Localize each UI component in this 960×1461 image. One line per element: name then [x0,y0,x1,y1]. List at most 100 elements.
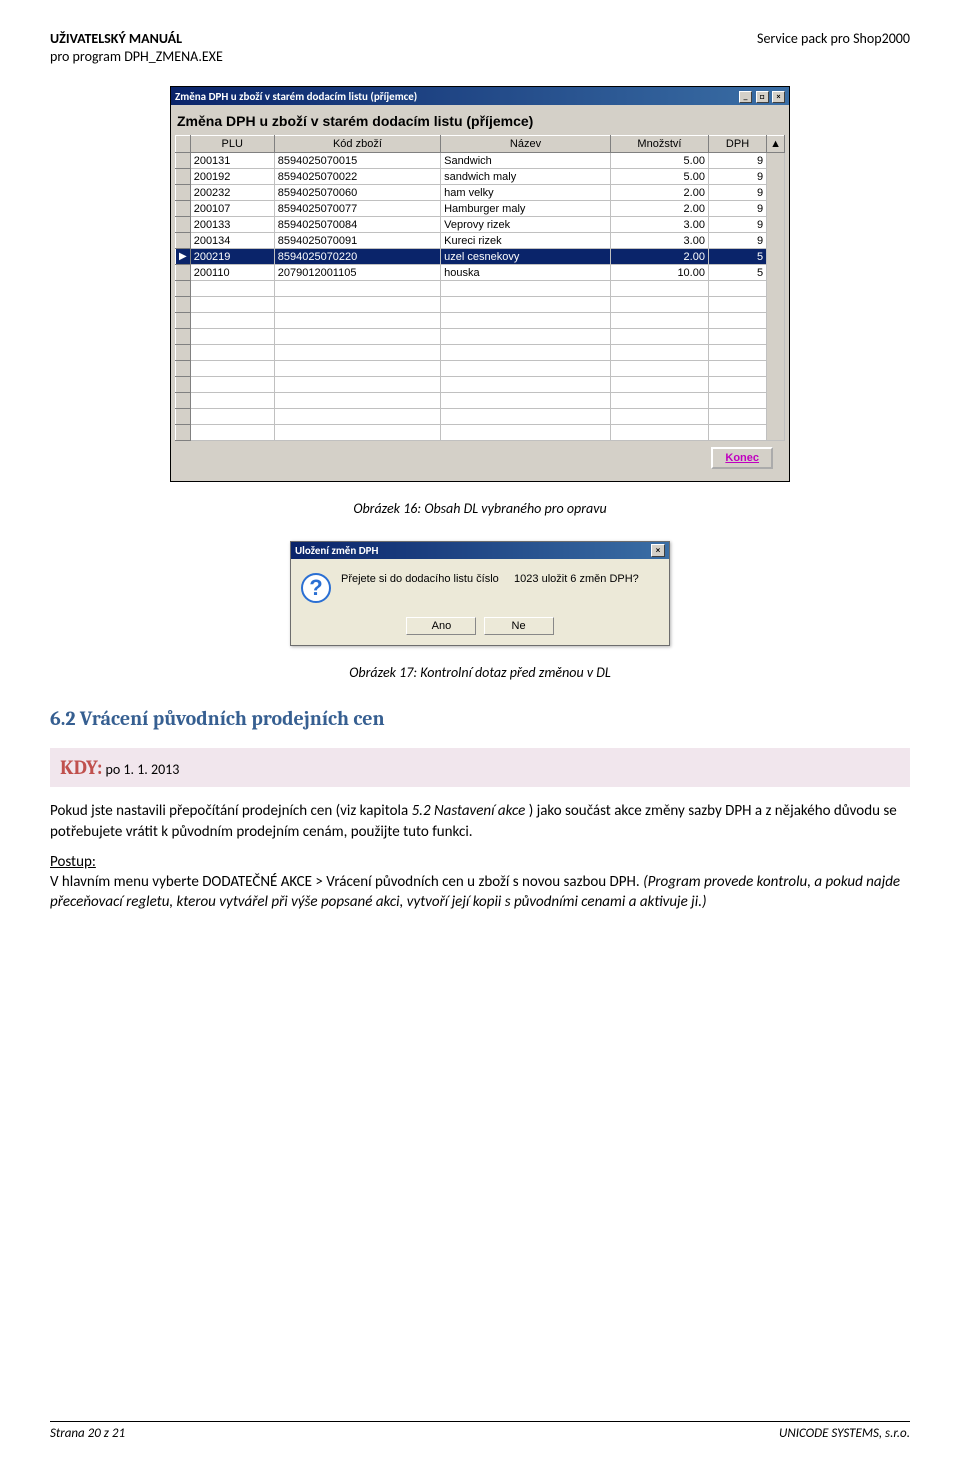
footer-page: Strana 20 z 21 [50,1426,125,1441]
section-heading: 6.2 Vrácení původních prodejních cen [50,707,910,730]
dialog-title-text: Uložení změn DPH [295,544,378,557]
yes-button[interactable]: Ano [406,617,476,635]
table-row-empty [176,377,785,393]
close-icon[interactable]: × [772,91,785,103]
cell-plu: 200110 [190,265,274,281]
cell-mnozstvi: 10.00 [610,265,708,281]
page-header: UŽIVATELSKÝ MANUÁL pro program DPH_ZMENA… [50,30,910,66]
footer-company: UNICODE SYSTEMS, s.r.o. [779,1426,910,1441]
table-row-empty [176,329,785,345]
no-button[interactable]: Ne [484,617,554,635]
table-row[interactable]: 2001338594025070084Veprovy rizek3.009 [176,217,785,233]
row-indicator [176,153,191,169]
maximize-icon[interactable]: □ [756,91,769,103]
paragraph-intro: Pokud jste nastavili přepočítání prodejn… [50,801,910,842]
cell-dph: 9 [708,169,766,185]
data-grid[interactable]: PLU Kód zboží Název Množství DPH ▲ 20013… [175,135,785,441]
dialog-msg-pre: Přejete si do dodacího listu číslo [341,573,499,585]
cell-nazev: Sandwich [441,153,611,169]
cell-dph: 9 [708,153,766,169]
panel-title: Změna DPH u zboží v starém dodacím listu… [175,109,785,135]
confirm-dialog: Uložení změn DPH × ? Přejete si do dodac… [290,541,670,646]
cell-mnozstvi: 5.00 [610,169,708,185]
cell-dph: 9 [708,185,766,201]
cell-mnozstvi: 3.00 [610,233,708,249]
page-footer: Strana 20 z 21 UNICODE SYSTEMS, s.r.o. [50,1421,910,1441]
cell-dph: 9 [708,201,766,217]
table-row[interactable]: 2001928594025070022sandwich maly5.009 [176,169,785,185]
p1a: Pokud jste nastavili přepočítání prodejn… [50,802,412,820]
table-row-empty [176,393,785,409]
row-indicator [176,201,191,217]
figure-caption-16: Obrázek 16: Obsah DL vybraného pro oprav… [50,500,910,517]
dialog-close-icon[interactable]: × [651,544,665,557]
table-row[interactable]: 2001078594025070077Hamburger maly2.009 [176,201,785,217]
table-row[interactable]: 2001102079012001105houska10.005 [176,265,785,281]
p2a: V hlavním menu vyberte [50,873,202,891]
cell-kod: 8594025070022 [274,169,440,185]
cell-plu: 200131 [190,153,274,169]
col-plu[interactable]: PLU [190,136,274,153]
col-nazev[interactable]: Název [441,136,611,153]
kdy-box: KDY: po 1. 1. 2013 [50,748,910,787]
col-mnozstvi[interactable]: Množství [610,136,708,153]
row-header-blank [176,136,191,153]
cell-dph: 9 [708,217,766,233]
table-row-empty [176,297,785,313]
table-row-empty [176,313,785,329]
row-indicator [176,233,191,249]
cell-nazev: uzel cesnekovy [441,249,611,265]
cell-mnozstvi: 3.00 [610,217,708,233]
table-row[interactable]: 2001318594025070015Sandwich5.009 [176,153,785,169]
kdy-label: KDY: [60,756,102,779]
cell-mnozstvi: 2.00 [610,249,708,265]
cell-kod: 8594025070015 [274,153,440,169]
cell-mnozstvi: 5.00 [610,153,708,169]
header-left: UŽIVATELSKÝ MANUÁL pro program DPH_ZMENA… [50,30,223,66]
cell-plu: 200219 [190,249,274,265]
konec-button[interactable]: Konec [711,447,773,469]
window-dph-change: Změna DPH u zboží v starém dodacím listu… [170,86,790,482]
window-titlebar[interactable]: Změna DPH u zboží v starém dodacím listu… [171,87,789,105]
cell-nazev: sandwich maly [441,169,611,185]
scroll-up-icon[interactable]: ▲ [767,136,785,153]
row-indicator [176,217,191,233]
cell-nazev: Kureci rizek [441,233,611,249]
cell-plu: 200232 [190,185,274,201]
table-row[interactable]: ▶2002198594025070220uzel cesnekovy2.005 [176,249,785,265]
cell-plu: 200192 [190,169,274,185]
col-kod[interactable]: Kód zboží [274,136,440,153]
p1b: 5.2 Nastavení akce [412,802,529,820]
cell-plu: 200107 [190,201,274,217]
table-row-empty [176,281,785,297]
minimize-icon[interactable]: _ [739,91,752,103]
cell-kod: 8594025070060 [274,185,440,201]
scrollbar-track[interactable] [767,153,785,441]
cell-mnozstvi: 2.00 [610,185,708,201]
col-dph[interactable]: DPH [708,136,766,153]
dialog-titlebar[interactable]: Uložení změn DPH × [291,542,669,559]
p2b: . [636,873,643,891]
dialog-message: Přejete si do dodacího listu číslo 1023 … [341,573,639,585]
window-title-text: Změna DPH u zboží v starém dodacím listu… [175,90,417,103]
cell-dph: 9 [708,233,766,249]
cell-plu: 200133 [190,217,274,233]
row-indicator [176,185,191,201]
cell-kod: 2079012001105 [274,265,440,281]
table-row[interactable]: 2001348594025070091Kureci rizek3.009 [176,233,785,249]
window-controls: _ □ × [738,89,785,103]
header-right: Service pack pro Shop2000 [757,30,910,66]
cell-kod: 8594025070084 [274,217,440,233]
row-indicator [176,169,191,185]
dialog-msg-num: 1023 uložit 6 změn DPH? [514,573,639,585]
paragraph-postup: Postup: V hlavním menu vyberte DODATEČNÉ… [50,852,910,913]
cell-nazev: ham velky [441,185,611,201]
question-icon: ? [301,573,331,603]
cell-nazev: houska [441,265,611,281]
cell-kod: 8594025070220 [274,249,440,265]
table-row[interactable]: 2002328594025070060ham velky2.009 [176,185,785,201]
cell-nazev: Hamburger maly [441,201,611,217]
cell-dph: 5 [708,249,766,265]
manual-subtitle: pro program DPH_ZMENA.EXE [50,48,223,65]
table-row-empty [176,425,785,441]
